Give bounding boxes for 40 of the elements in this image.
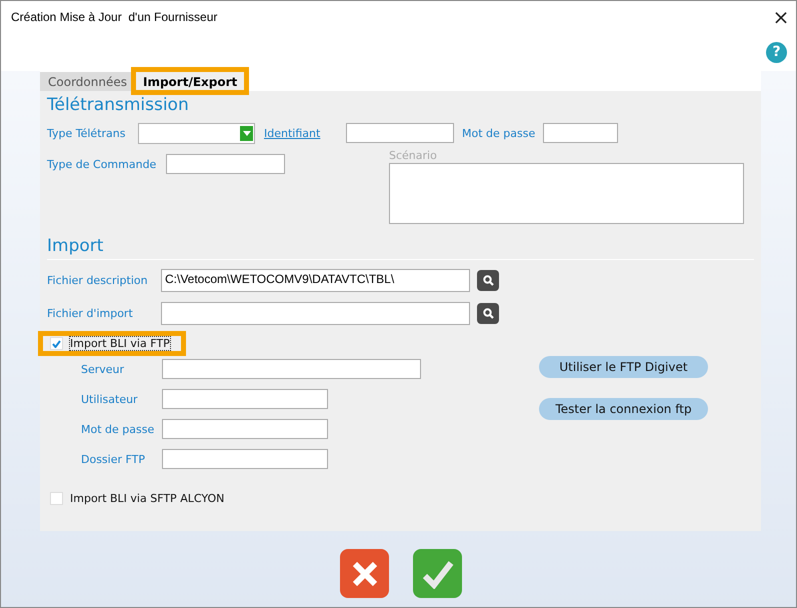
window-title: Création Mise à Jour d'un Fournisseur (11, 10, 218, 24)
search-button[interactable] (477, 270, 499, 291)
search-icon (482, 308, 494, 319)
search-button[interactable] (477, 303, 499, 324)
input-field[interactable] (162, 419, 328, 439)
field-label: Type Télétrans (47, 126, 126, 140)
field-label: Type de Commande (47, 158, 158, 170)
field-label: Fichier d'import (47, 307, 134, 320)
ftp-button[interactable]: Utiliser le FTP Digivet (539, 356, 708, 378)
input-field[interactable]: C:\Vetocom\WETOCOMV9\DATAVTC\TBL\ (161, 269, 470, 292)
search-icon (482, 275, 494, 286)
checkbox[interactable] (50, 337, 63, 350)
ftp-button[interactable]: Tester la connexion ftp (539, 398, 708, 420)
tab[interactable]: Import/Export (134, 71, 246, 91)
checkbox-label: Import BLI via FTP (70, 337, 170, 350)
input-field[interactable] (162, 359, 421, 379)
input-field[interactable] (162, 389, 328, 409)
field-label: Utilisateur (81, 392, 139, 406)
field-label: Dossier FTP (81, 452, 146, 466)
section-heading: Télétransmission (47, 95, 190, 117)
checkmark-icon (420, 558, 454, 588)
checkbox-label: Import BLI via SFTP ALCYON (70, 492, 224, 505)
close-button[interactable]: × (766, 2, 796, 32)
field-label: Mot de passe (462, 126, 536, 140)
section-heading: Import (47, 236, 754, 260)
field-label: Mot de passe (81, 422, 156, 436)
field-label: Serveur (81, 362, 126, 376)
input-field[interactable] (162, 449, 328, 469)
confirm-button[interactable] (413, 549, 462, 598)
field-label: Fichier description (47, 274, 149, 287)
cancel-button[interactable] (340, 549, 389, 598)
field-label: Identifiant (264, 126, 322, 140)
input-field[interactable] (166, 154, 285, 174)
input-field[interactable] (543, 123, 618, 143)
input-field[interactable] (346, 123, 454, 143)
type-dropdown[interactable] (138, 122, 255, 144)
input-field[interactable] (161, 302, 470, 325)
checkbox[interactable] (50, 492, 63, 505)
scenario-textarea[interactable] (389, 163, 744, 224)
field-label: Scénario (389, 149, 438, 162)
